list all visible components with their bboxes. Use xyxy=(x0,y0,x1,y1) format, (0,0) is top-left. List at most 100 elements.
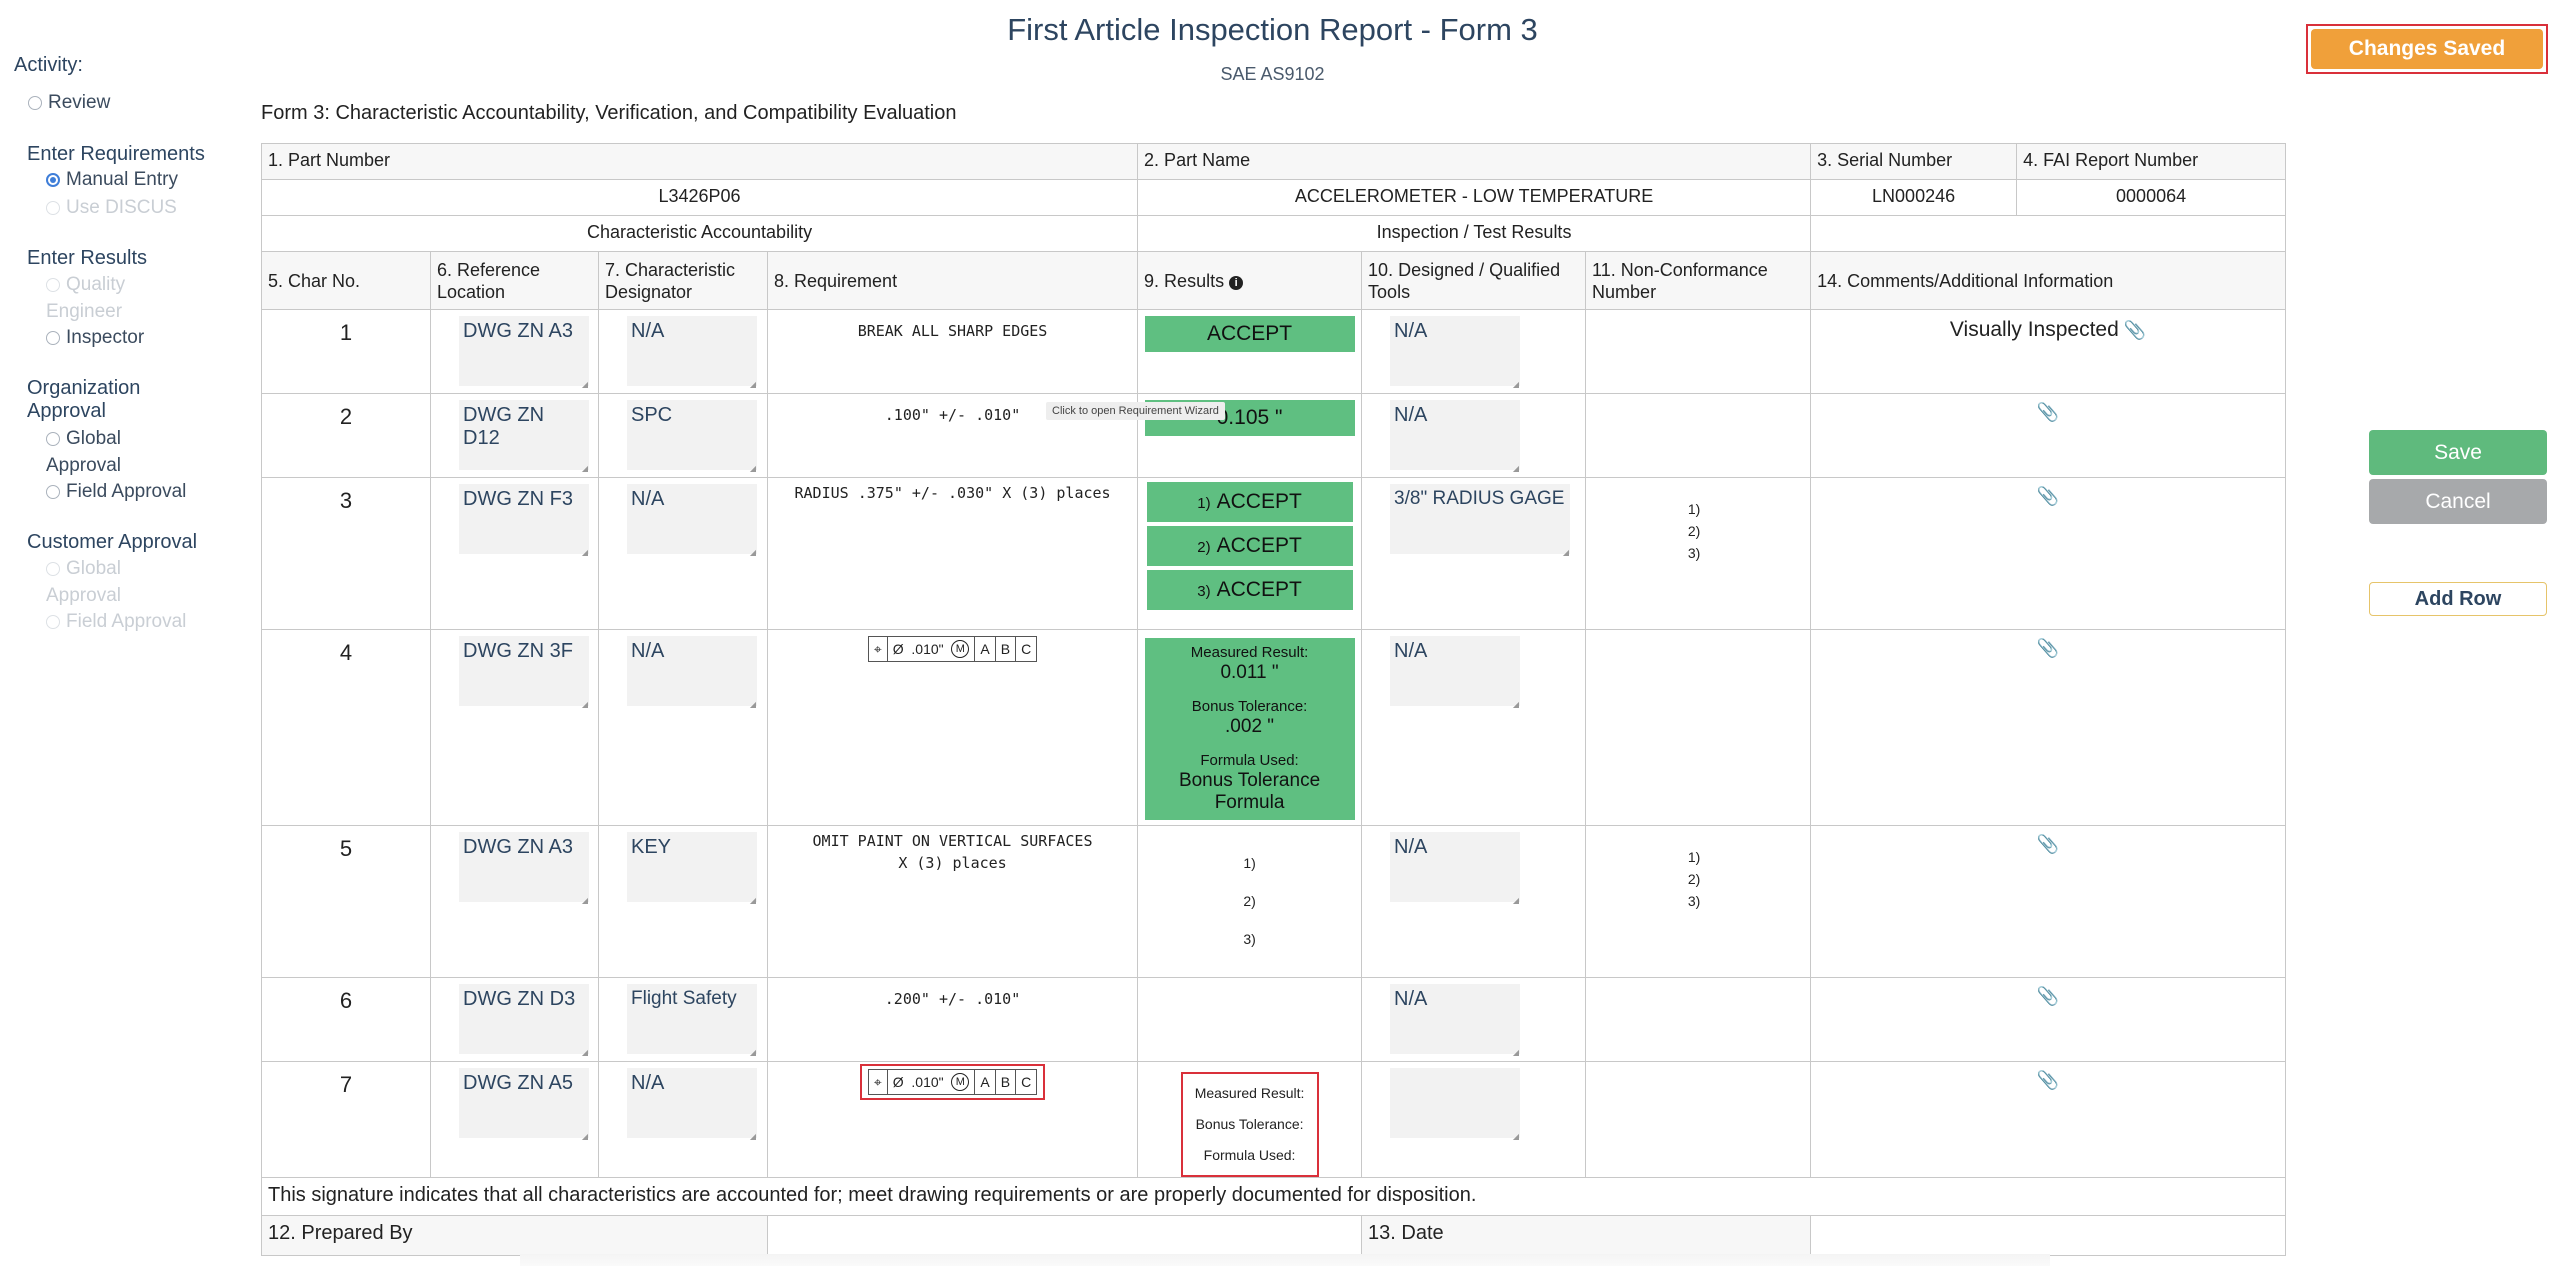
diameter-symbol: Ø .010" M xyxy=(888,1070,976,1094)
info-icon[interactable]: i xyxy=(1229,275,1244,290)
nonconformance-cell[interactable] xyxy=(1585,393,1812,478)
ref-location-input[interactable]: DWG ZN A5 xyxy=(459,1068,589,1141)
date-label: 13. Date xyxy=(1361,1215,1812,1256)
ref-location-input[interactable]: DWG ZN D3 xyxy=(459,984,589,1057)
result-accept[interactable]: 1) ACCEPT xyxy=(1146,482,1353,522)
paperclip-icon[interactable]: 📎 xyxy=(2037,1070,2059,1090)
designator-input[interactable]: Flight Safety xyxy=(627,984,757,1057)
designator-input[interactable]: KEY xyxy=(627,832,757,905)
fai-report-value[interactable]: 0000064 xyxy=(2016,179,2287,216)
save-button[interactable]: Save xyxy=(2369,430,2547,475)
requirement-cell[interactable]: BREAK ALL SHARP EDGES xyxy=(766,309,1139,394)
tools-input[interactable]: 3/8" RADIUS GAGE xyxy=(1390,484,1571,557)
fai-report-label: 4. FAI Report Number xyxy=(2016,143,2287,180)
tools-input[interactable]: N/A xyxy=(1390,316,1521,389)
comments-cell[interactable]: 📎 xyxy=(1810,977,2287,1062)
requirement-cell[interactable]: ⌖ Ø .010" M A B C xyxy=(766,629,1139,826)
serial-number-value[interactable]: LN000246 xyxy=(1810,179,2018,216)
designator-input[interactable]: N/A xyxy=(627,316,757,389)
prepared-by-field[interactable] xyxy=(766,1215,1363,1256)
nonconformance-cell[interactable] xyxy=(1585,977,1812,1062)
table-row: 2 DWG ZN D12 SPC .100" +/- .010" 0.105 "… xyxy=(261,393,2287,478)
part-name-value[interactable]: ACCELEROMETER - LOW TEMPERATURE xyxy=(1137,179,1812,216)
paperclip-icon[interactable]: 📎 xyxy=(2037,638,2059,658)
ref-location-input[interactable]: DWG ZN A3 xyxy=(459,832,589,905)
requirement-cell[interactable]: ⌖ Ø .010" M A B C xyxy=(766,1061,1139,1178)
paperclip-icon[interactable]: 📎 xyxy=(2037,402,2059,422)
designator-input[interactable]: N/A xyxy=(627,636,757,709)
form-heading: Form 3: Characteristic Accountability, V… xyxy=(261,102,957,124)
diameter-symbol: Ø .010" M xyxy=(888,637,976,661)
comments-cell[interactable]: Visually Inspected 📎 xyxy=(1810,309,2287,394)
comments-cell[interactable]: 📎 xyxy=(1810,477,2287,630)
page-title: First Article Inspection Report - Form 3 xyxy=(1007,12,1538,47)
comments-cell[interactable]: 📎 xyxy=(1810,1061,2287,1178)
signature-statement: This signature indicates that all charac… xyxy=(260,1177,2287,1216)
results-cell[interactable]: 1) 2) 3) xyxy=(1137,825,1363,978)
tools-input[interactable]: N/A xyxy=(1390,832,1521,905)
ref-location-input[interactable]: DWG ZN D12 xyxy=(459,400,589,473)
cancel-button[interactable]: Cancel xyxy=(2369,479,2547,524)
tools-input[interactable]: N/A xyxy=(1390,984,1521,1057)
radio-review[interactable]: Review xyxy=(28,92,110,114)
paperclip-icon[interactable]: 📎 xyxy=(2124,320,2146,340)
page-subtitle: SAE AS9102 xyxy=(1220,64,1325,84)
table-row: 1 DWG ZN A3 N/A BREAK ALL SHARP EDGES AC… xyxy=(261,309,2287,394)
nonconformance-cell[interactable]: 1) 2) 3) xyxy=(1585,477,1812,630)
radio-inspector[interactable]: Inspector xyxy=(46,327,144,349)
designator-input[interactable]: N/A xyxy=(627,484,757,557)
changes-saved-button[interactable]: Changes Saved xyxy=(2311,29,2543,69)
comments-cell[interactable]: 📎 xyxy=(1810,629,2287,826)
col-results: 9. Results i xyxy=(1137,251,1363,310)
org-global-approval-cont: Approval xyxy=(46,455,121,476)
comments-cell[interactable]: 📎 xyxy=(1810,825,2287,978)
col-char-designator: 7. Characteristic Designator xyxy=(598,251,768,310)
tools-input[interactable] xyxy=(1390,1068,1521,1141)
nonconformance-cell[interactable] xyxy=(1585,629,1812,826)
requirement-cell[interactable]: .200" +/- .010" xyxy=(766,977,1139,1062)
result-accept[interactable]: 2) ACCEPT xyxy=(1146,526,1353,566)
part-name-label: 2. Part Name xyxy=(1137,143,1812,180)
radio-manual-entry[interactable]: Manual Entry xyxy=(46,169,178,191)
result-accept[interactable]: 3) ACCEPT xyxy=(1146,570,1353,610)
nc-index: 3) xyxy=(1687,893,1701,909)
add-row-button[interactable]: Add Row xyxy=(2369,582,2547,616)
prepared-by-label: 12. Prepared By xyxy=(261,1215,768,1256)
result-accept[interactable]: ACCEPT xyxy=(1144,316,1355,352)
datum-a: A xyxy=(975,1070,996,1094)
ref-location-input[interactable]: DWG ZN 3F xyxy=(459,636,589,709)
comments-cell[interactable]: 📎 xyxy=(1810,393,2287,478)
designator-input[interactable]: SPC xyxy=(627,400,757,473)
results-cell[interactable] xyxy=(1137,977,1363,1062)
result-bonus-box[interactable]: Measured Result: 0.011 " Bonus Tolerance… xyxy=(1144,638,1355,820)
radio-org-global-approval[interactable]: Global xyxy=(46,428,121,450)
col-char-no: 5. Char No. xyxy=(261,251,431,310)
table-row: 4 DWG ZN 3F N/A ⌖ Ø .010" M A B C Measur… xyxy=(261,629,2287,826)
radio-org-field-approval[interactable]: Field Approval xyxy=(46,481,186,503)
nonconformance-cell[interactable] xyxy=(1585,1061,1812,1178)
radio-cust-global-approval: Global xyxy=(46,558,121,580)
ref-location-input[interactable]: DWG ZN A3 xyxy=(459,316,589,389)
paperclip-icon[interactable]: 📎 xyxy=(2037,486,2059,506)
section-inspection: Inspection / Test Results xyxy=(1137,215,1812,252)
requirement-cell[interactable]: RADIUS .375" +/- .030" X (3) places xyxy=(766,477,1139,630)
date-field[interactable] xyxy=(1810,1215,2287,1256)
tools-input[interactable]: N/A xyxy=(1390,400,1521,473)
radio-use-discus: Use DISCUS xyxy=(46,197,177,219)
requirement-cell[interactable]: OMIT PAINT ON VERTICAL SURFACES X (3) pla… xyxy=(766,825,1139,978)
radio-quality-engineer: Quality xyxy=(46,274,125,296)
datum-c: C xyxy=(1021,1074,1032,1090)
char-no: 2 xyxy=(261,393,431,478)
paperclip-icon[interactable]: 📎 xyxy=(2037,834,2059,854)
scroll-shadow xyxy=(520,1254,2050,1266)
part-number-value[interactable]: L3426P06 xyxy=(260,179,1139,216)
designator-input[interactable]: N/A xyxy=(627,1068,757,1141)
col-nonconformance: 11. Non-Conformance Number xyxy=(1585,251,1812,310)
nonconformance-cell[interactable]: 1) 2) 3) xyxy=(1585,825,1812,978)
requirement-wizard-tooltip: Click to open Requirement Wizard xyxy=(1046,402,1225,420)
nonconformance-cell[interactable] xyxy=(1585,309,1812,394)
tools-input[interactable]: N/A xyxy=(1390,636,1521,709)
result-bonus-empty[interactable]: Measured Result: Bonus Tolerance: Formul… xyxy=(1180,1072,1319,1177)
ref-location-input[interactable]: DWG ZN F3 xyxy=(459,484,589,557)
paperclip-icon[interactable]: 📎 xyxy=(2037,986,2059,1006)
